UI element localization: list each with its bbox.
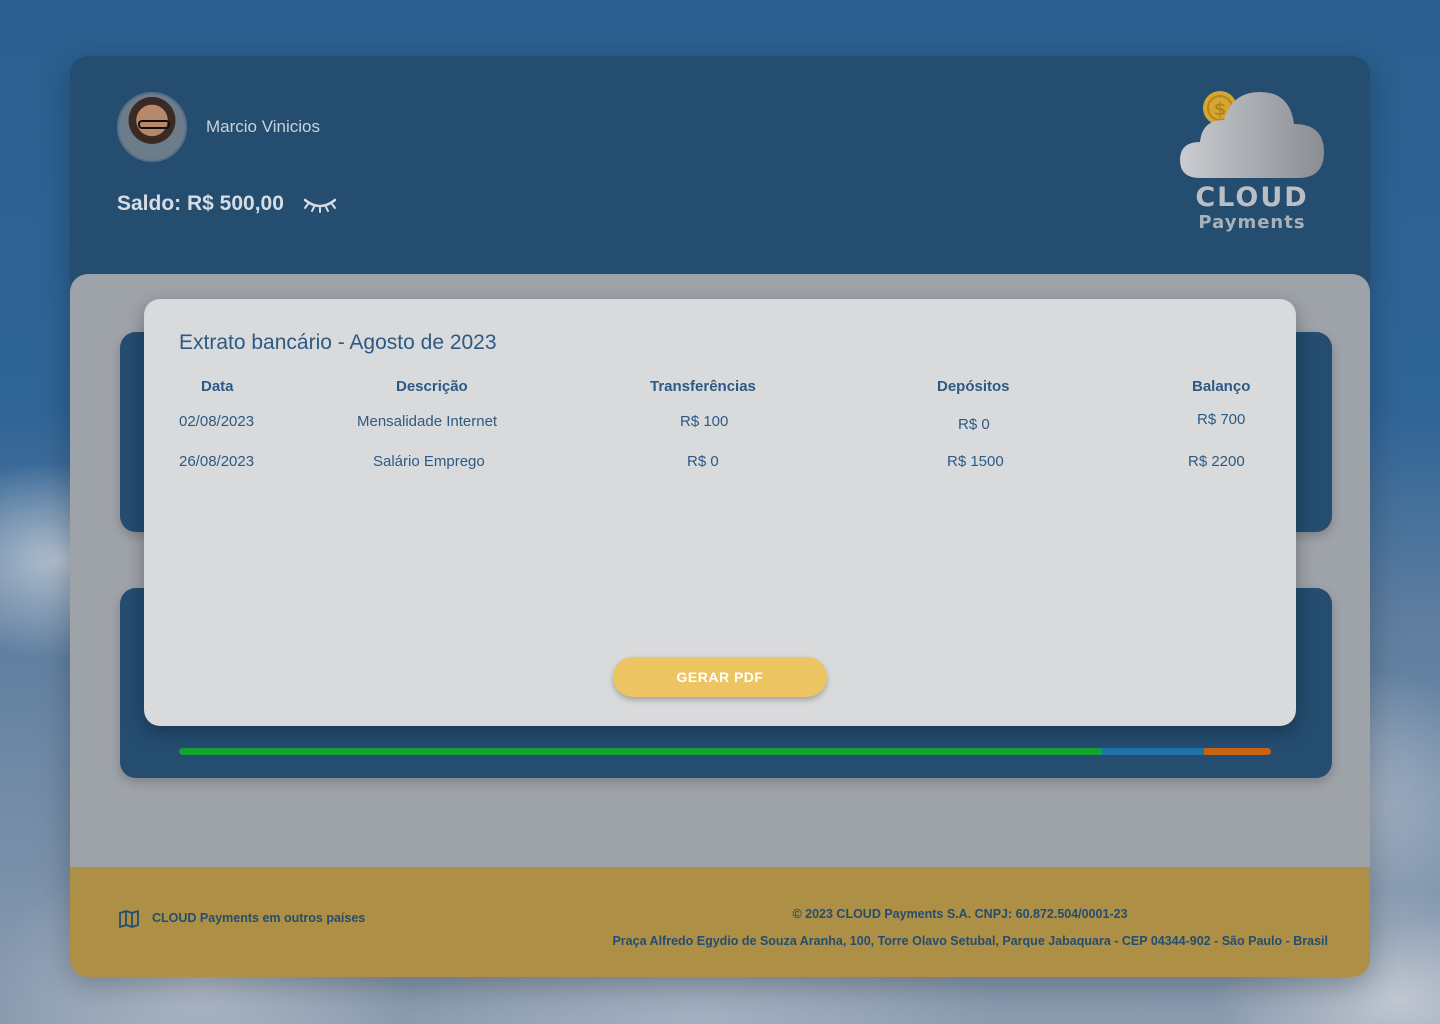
generate-pdf-button[interactable]: GERAR PDF [613,657,827,697]
statement-title: Extrato bancário - Agosto de 2023 [179,331,497,354]
progress-segment [1101,748,1205,755]
svg-text:$: $ [1214,99,1227,120]
statement-modal: Extrato bancário - Agosto de 2023 Data D… [144,299,1296,726]
avatar-glasses [138,120,170,129]
progress-segment [179,748,1102,755]
column-header-date: Data [201,378,234,395]
table-cell-description: Mensalidade Internet [357,413,498,430]
table-cell-balance: R$ 2200 [1188,453,1245,470]
user-name: Marcio Vinicios [206,117,321,136]
logo-word-payments: Payments [1198,212,1306,233]
table-cell-deposits: R$ 1500 [947,453,1004,470]
main-card: Marcio Vinicios Saldo: R$ 500,00 $ CLOUD… [70,56,1370,977]
logo-word-cloud: CLOUD [1195,182,1309,213]
table-cell-deposits: R$ 0 [958,416,990,433]
other-countries-link[interactable]: CLOUD Payments em outros países [152,911,365,925]
map-icon [119,910,139,928]
progress-segment [1204,748,1271,755]
eye-closed-icon[interactable] [302,194,338,216]
table-cell-date: 26/08/2023 [179,453,255,470]
table-cell-date: 02/08/2023 [179,413,255,430]
balance-label: Saldo: R$ 500,00 [117,192,284,215]
table-cell-transfers: R$ 100 [680,413,729,430]
progress-bar [179,748,1271,755]
copyright-text: © 2023 CLOUD Payments S.A. CNPJ: 60.872.… [792,907,1128,921]
table-cell-transfers: R$ 0 [687,453,719,470]
column-header-transfers: Transferências [650,378,756,395]
column-header-deposits: Depósitos [937,378,1010,395]
table-cell-description: Salário Emprego [373,453,485,470]
footer: CLOUD Payments em outros países © 2023 C… [70,867,1370,977]
column-header-balance: Balanço [1192,378,1251,395]
account-header: Marcio Vinicios Saldo: R$ 500,00 $ CLOUD… [70,56,1370,296]
table-cell-balance: R$ 700 [1197,411,1246,428]
column-header-description: Descrição [396,378,468,395]
avatar[interactable] [117,92,187,162]
address-text: Praça Alfredo Egydio de Souza Aranha, 10… [612,934,1328,948]
